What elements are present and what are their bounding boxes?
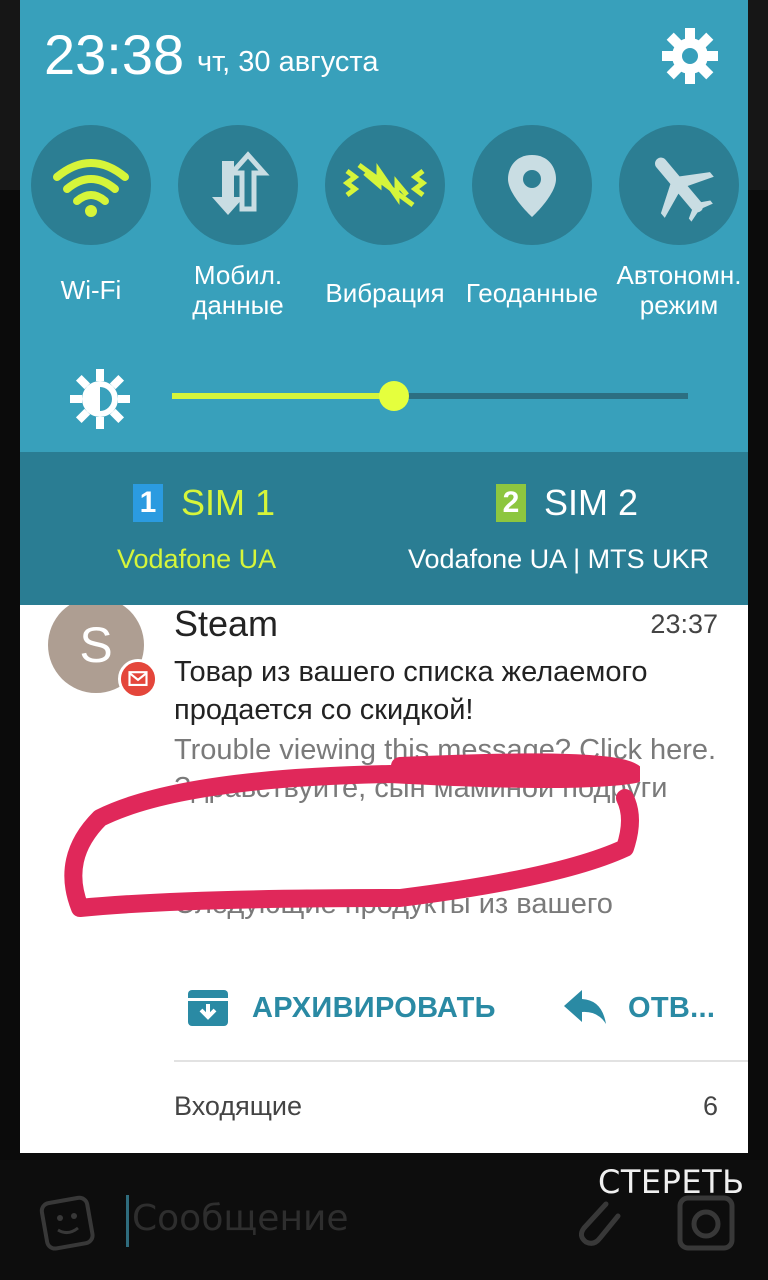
sim1-operator: Vodafone UA — [117, 544, 277, 574]
clear-notifications-button[interactable]: СТЕРЕТЬ — [598, 1163, 745, 1201]
archive-button[interactable]: АРХИВИРОВАТЬ — [184, 983, 496, 1033]
vibration-icon — [342, 162, 428, 208]
airplane-toggle[interactable] — [619, 125, 739, 245]
sim-panel: 1 SIM 1 Vodafone UA 2 SIM 2 Vodafone UA … — [20, 452, 748, 605]
vibration-label: Вибрация — [325, 278, 445, 308]
status-date: чт, 30 августа — [197, 46, 379, 78]
sticker-icon[interactable] — [36, 1190, 100, 1254]
sim1-name[interactable]: SIM 1 — [181, 482, 275, 524]
archive-label: АРХИВИРОВАТЬ — [252, 991, 496, 1024]
gear-icon[interactable] — [660, 26, 720, 86]
notification-time: 23:37 — [650, 609, 718, 639]
message-input[interactable]: Сообщение — [132, 1198, 349, 1239]
wifi-toggle[interactable] — [31, 125, 151, 245]
brightness-fill — [172, 393, 394, 399]
sim2-name[interactable]: SIM 2 — [544, 482, 638, 524]
location-icon — [508, 155, 556, 217]
mobile-data-label: Мобил. данные — [192, 260, 284, 320]
status-time: 23:38 — [44, 23, 185, 86]
airplane-icon — [655, 157, 714, 222]
folder-label: Входящие — [174, 1091, 303, 1121]
sim1-badge: 1 — [133, 484, 163, 522]
mobile-data-toggle[interactable] — [178, 125, 298, 245]
wifi-label: Wi-Fi — [60, 275, 122, 305]
reply-label: ОТВ... — [628, 991, 716, 1024]
brightness-icon — [70, 369, 130, 429]
mobile-data-icon — [212, 151, 270, 215]
hand-drawn-highlight — [64, 753, 640, 917]
archive-icon — [188, 990, 228, 1026]
reply-button[interactable]: ОТВ... — [560, 983, 715, 1033]
location-toggle[interactable] — [472, 125, 592, 245]
reply-icon — [564, 990, 606, 1024]
location-label: Геоданные — [465, 278, 599, 308]
notification-shade: 23:38 чт, 30 августа Wi-Fi Мобил. данные… — [20, 0, 748, 605]
divider — [174, 1060, 748, 1062]
gmail-icon — [118, 659, 158, 699]
message-cursor — [126, 1195, 129, 1247]
airplane-label: Автономн. режим — [616, 260, 742, 320]
sim2-badge: 2 — [496, 484, 526, 522]
unread-count: 6 — [702, 1091, 718, 1121]
sim2-operator: Vodafone UA | MTS UKR — [408, 544, 710, 574]
vibration-toggle[interactable] — [325, 125, 445, 245]
wifi-icon — [53, 159, 129, 217]
email-subject: Товар из вашего списка желаемого продает… — [174, 656, 648, 726]
brightness-slider-thumb[interactable] — [379, 381, 409, 411]
sender-name: Steam — [174, 605, 279, 644]
